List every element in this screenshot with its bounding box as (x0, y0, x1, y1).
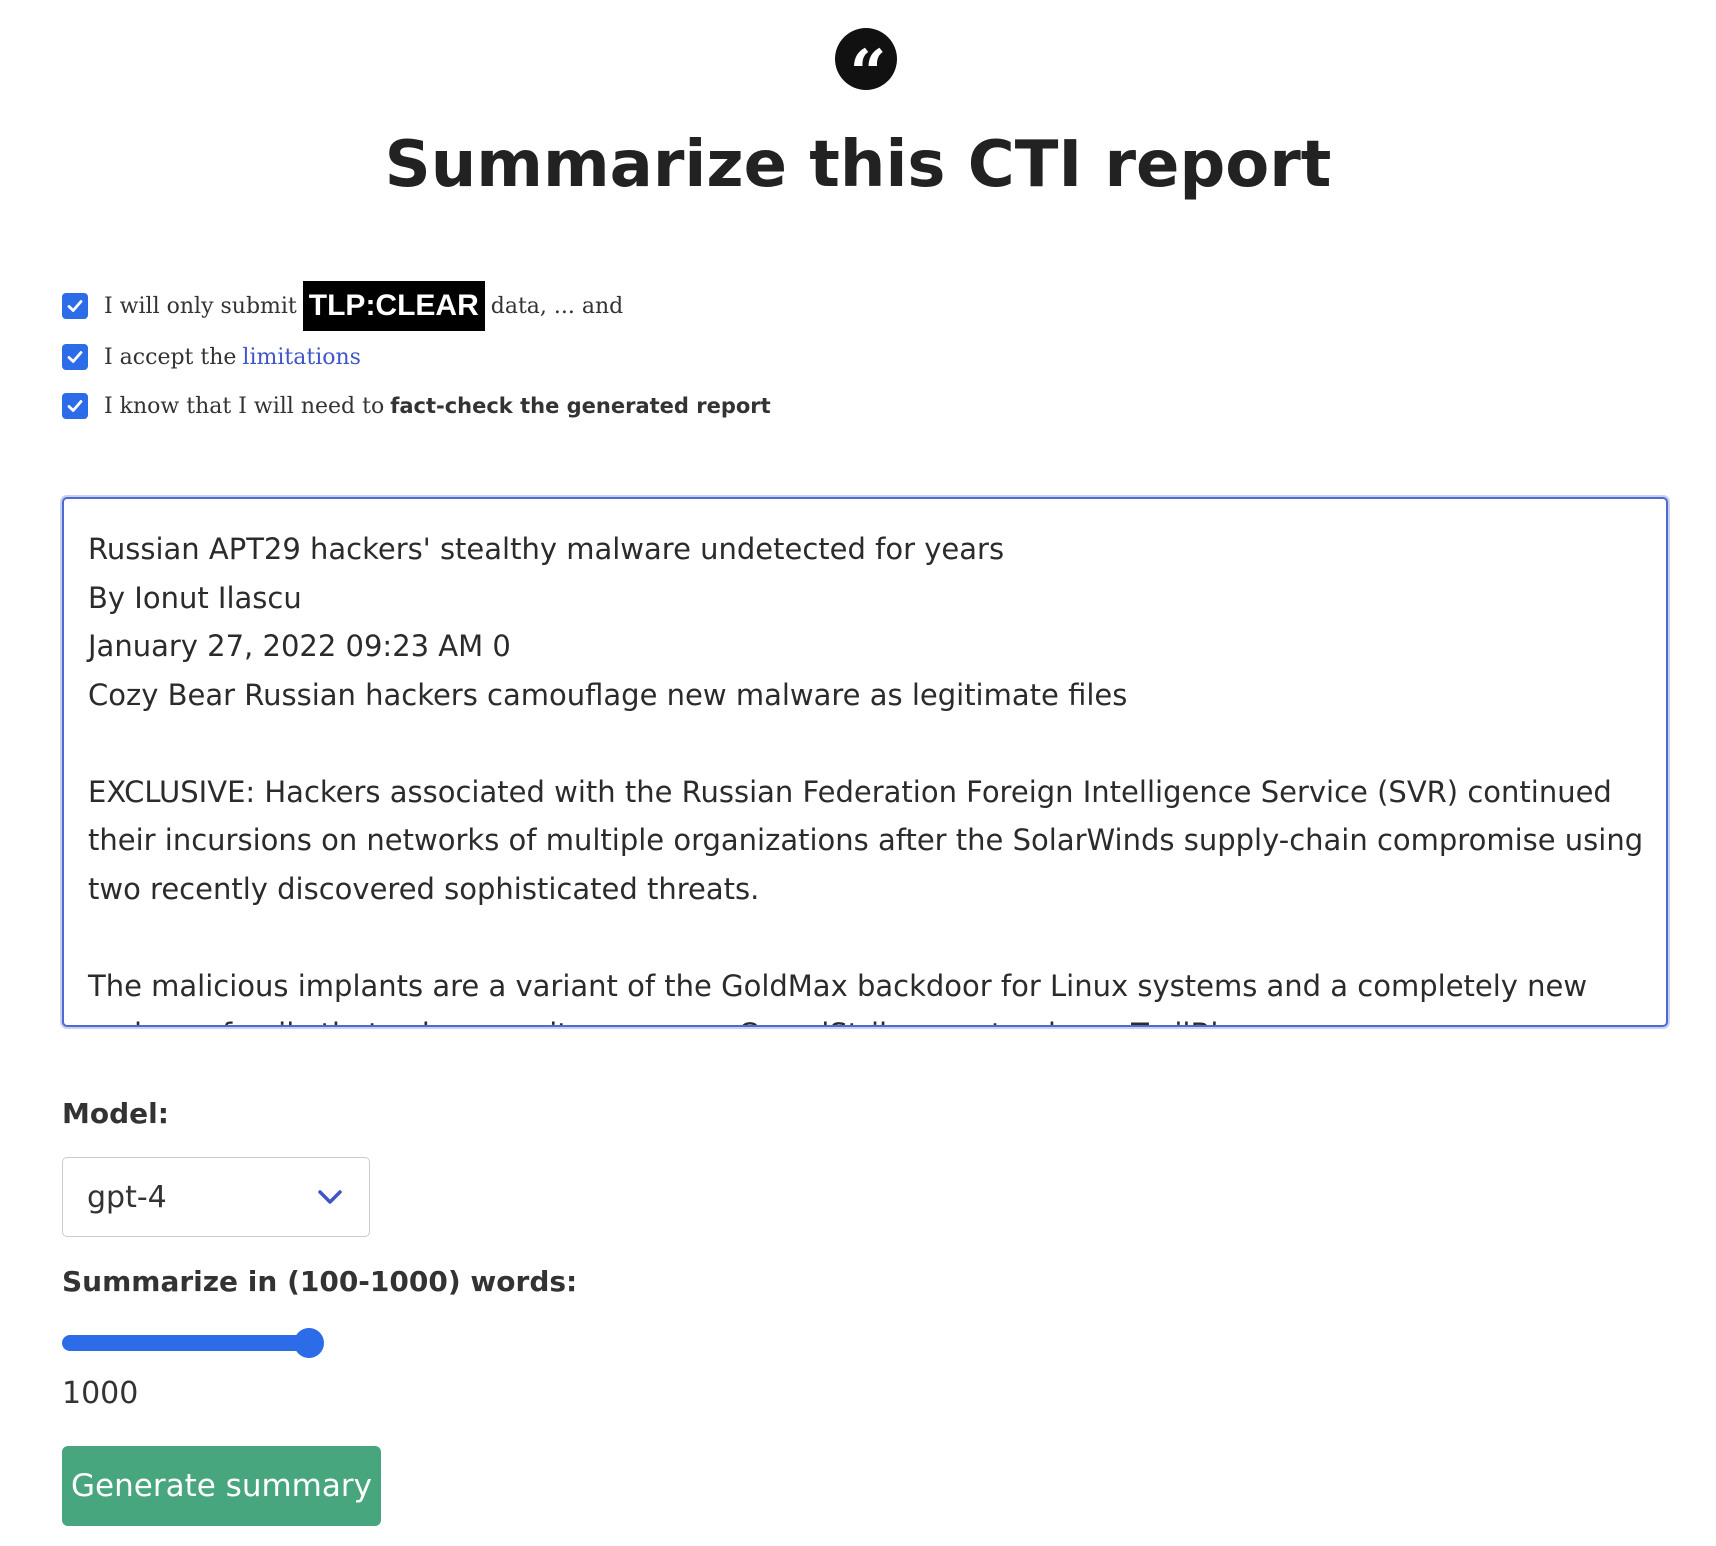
generate-summary-button[interactable]: Generate summary (62, 1446, 381, 1526)
checkbox-row-factcheck: I know that I will need to fact-check th… (62, 388, 771, 424)
quote-logo-icon: “ (835, 28, 897, 106)
model-select[interactable]: gpt-4 (62, 1157, 370, 1237)
words-label: Summarize in (100-1000) words: (62, 1265, 578, 1298)
slider-track (62, 1335, 309, 1351)
checkmark-icon (67, 351, 83, 363)
slider-thumb[interactable] (294, 1328, 324, 1358)
page-title: Summarize this CTI report (384, 128, 1332, 202)
checkbox-text: data, ... and (490, 293, 624, 319)
word-count-value: 1000 (62, 1376, 139, 1411)
chevron-down-icon (318, 1190, 342, 1204)
limitations-link[interactable]: limitations (242, 345, 361, 370)
quote-glyph: “ (849, 36, 887, 111)
word-count-slider[interactable] (62, 1328, 324, 1358)
limitations-checkbox[interactable] (62, 344, 88, 370)
report-textarea[interactable]: Russian APT29 hackers' stealthy malware … (62, 497, 1668, 1027)
checkbox-text: I know that I will need to (104, 393, 385, 419)
tlp-badge: TLP:CLEAR (302, 281, 485, 331)
checkbox-row-tlp: I will only submit TLP:CLEAR data, ... a… (62, 281, 624, 331)
model-label: Model: (62, 1097, 169, 1130)
model-selected-value: gpt-4 (87, 1179, 167, 1215)
checkmark-icon (67, 400, 83, 412)
factcheck-checkbox[interactable] (62, 393, 88, 419)
checkbox-text: I will only submit (104, 293, 297, 319)
factcheck-emphasis: fact-check the generated report (390, 394, 771, 418)
checkbox-text: I accept the (104, 344, 237, 370)
checkbox-row-limitations: I accept the limitations (62, 339, 361, 375)
checkmark-icon (67, 300, 83, 312)
tlp-checkbox[interactable] (62, 293, 88, 319)
